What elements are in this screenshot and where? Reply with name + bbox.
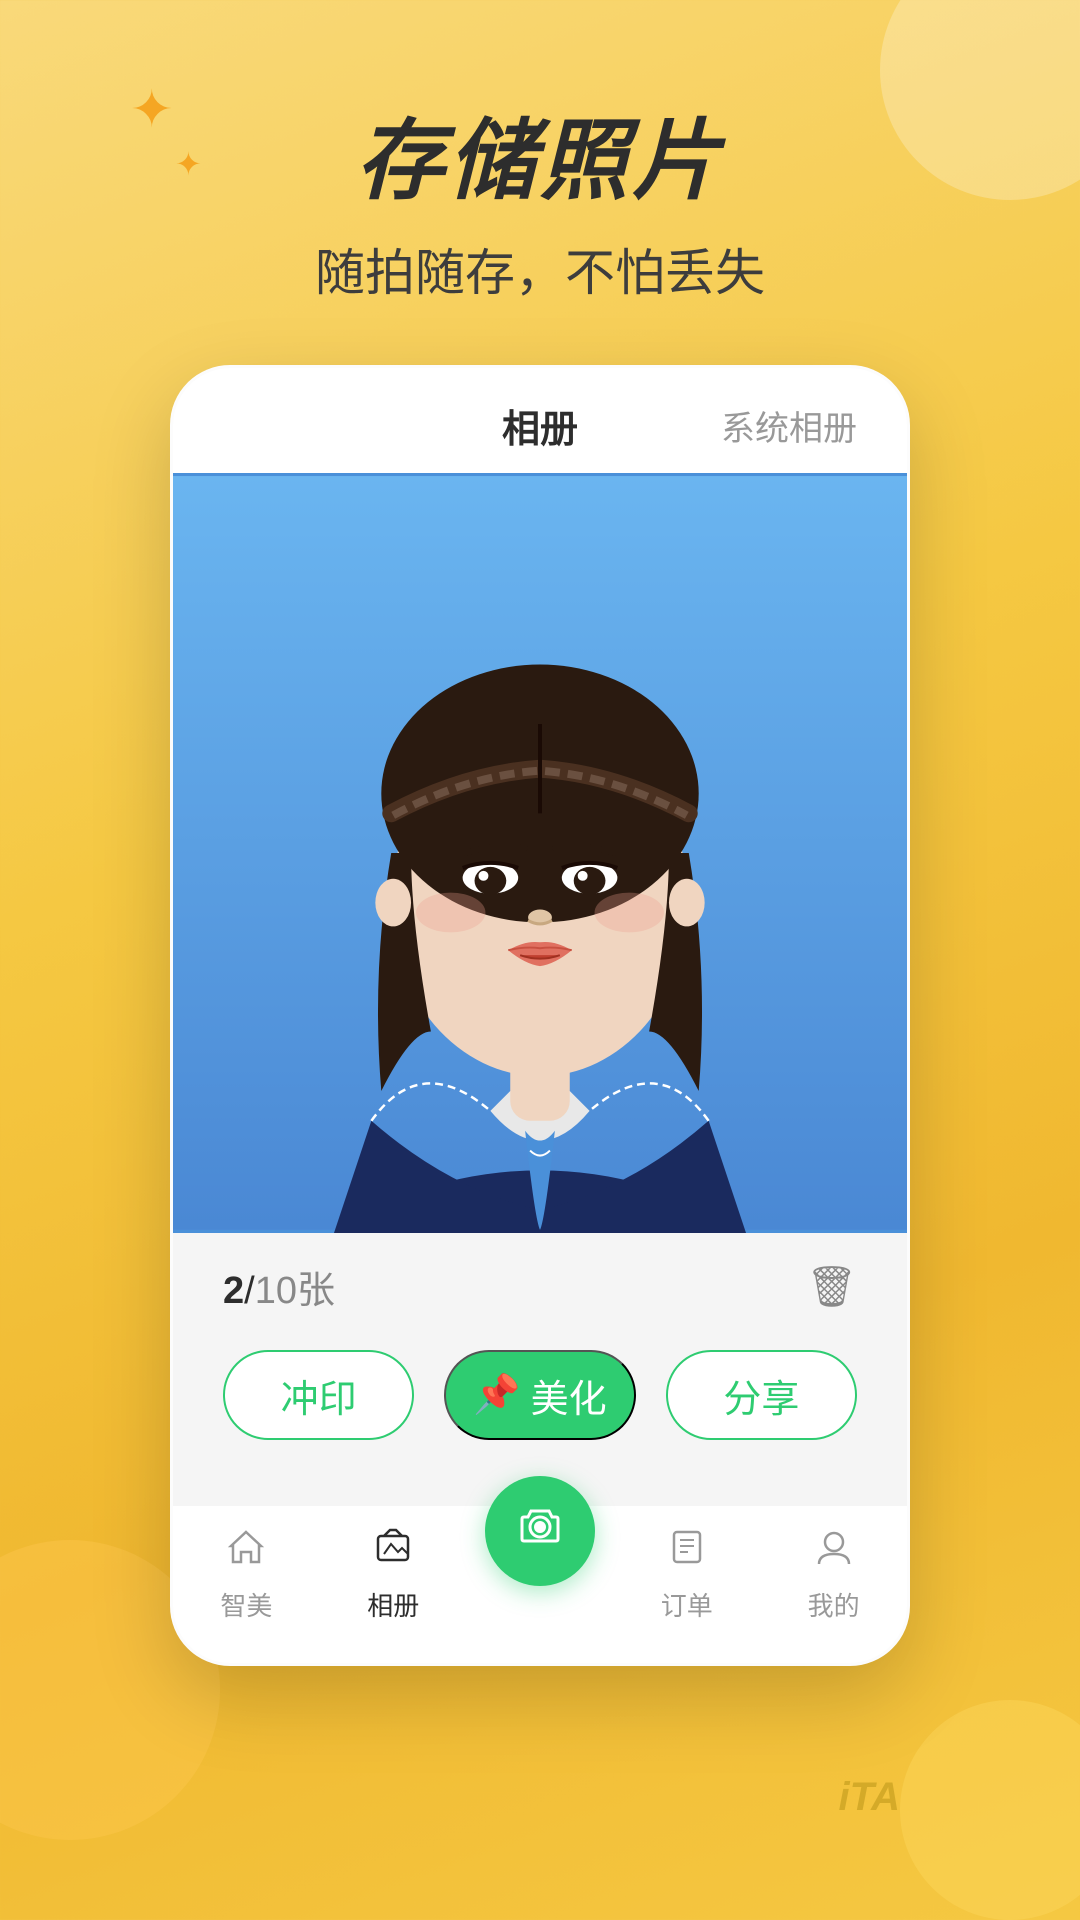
star-small-icon: ✦ xyxy=(175,145,202,183)
camera-fab-icon xyxy=(512,1497,568,1566)
beautify-button[interactable]: 📌 美化 xyxy=(444,1350,635,1440)
bottom-navigation: 智美 相册 xyxy=(173,1506,907,1663)
nav-label-mine: 我的 xyxy=(808,1586,860,1623)
nav-item-mine[interactable]: 我的 xyxy=(760,1526,907,1623)
pin-icon: 📌 xyxy=(473,1373,520,1417)
nav-label-orders: 订单 xyxy=(661,1586,713,1623)
phone-mockup: 相册 系统相册 xyxy=(170,365,910,1666)
nav-item-orders[interactable]: 订单 xyxy=(613,1526,760,1623)
phone-header: 相册 系统相册 xyxy=(173,368,907,473)
header-section: ✦ ✦ 存储照片 随拍随存，不怕丢失 xyxy=(0,0,1080,305)
delete-icon[interactable]: 🗑 xyxy=(806,1263,857,1310)
nav-label-album: 相册 xyxy=(367,1586,419,1623)
orders-icon xyxy=(666,1526,708,1578)
nav-item-album[interactable]: 相册 xyxy=(320,1526,467,1623)
album-icon xyxy=(372,1526,414,1578)
nav-item-zhimei[interactable]: 智美 xyxy=(173,1526,320,1623)
total-count: 10张 xyxy=(255,1270,335,1312)
beautify-label: 美化 xyxy=(531,1368,607,1423)
current-count: 2 xyxy=(223,1270,244,1312)
portrait-image xyxy=(173,473,907,1233)
nav-label-zhimei: 智美 xyxy=(220,1586,272,1623)
ita-badge: iTA xyxy=(839,1775,900,1820)
page-sub-title: 随拍随存，不怕丢失 xyxy=(0,233,1080,305)
camera-fab-button[interactable] xyxy=(485,1476,595,1586)
print-button[interactable]: 冲印 xyxy=(223,1350,414,1440)
star-large-icon: ✦ xyxy=(130,80,174,140)
share-button[interactable]: 分享 xyxy=(666,1350,857,1440)
tab-album[interactable]: 相册 xyxy=(502,398,578,453)
profile-icon xyxy=(813,1526,855,1578)
count-separator: / xyxy=(244,1270,255,1312)
decorative-blob-bottom-right xyxy=(900,1700,1080,1920)
home-icon xyxy=(225,1526,267,1578)
photo-count-bar: 2/10张 🗑 xyxy=(173,1233,907,1340)
photo-display-area xyxy=(173,473,907,1233)
tab-system-album[interactable]: 系统相册 xyxy=(721,401,857,450)
action-buttons: 冲印 📌 美化 分享 xyxy=(173,1340,907,1476)
photo-count-text: 2/10张 xyxy=(223,1259,335,1314)
